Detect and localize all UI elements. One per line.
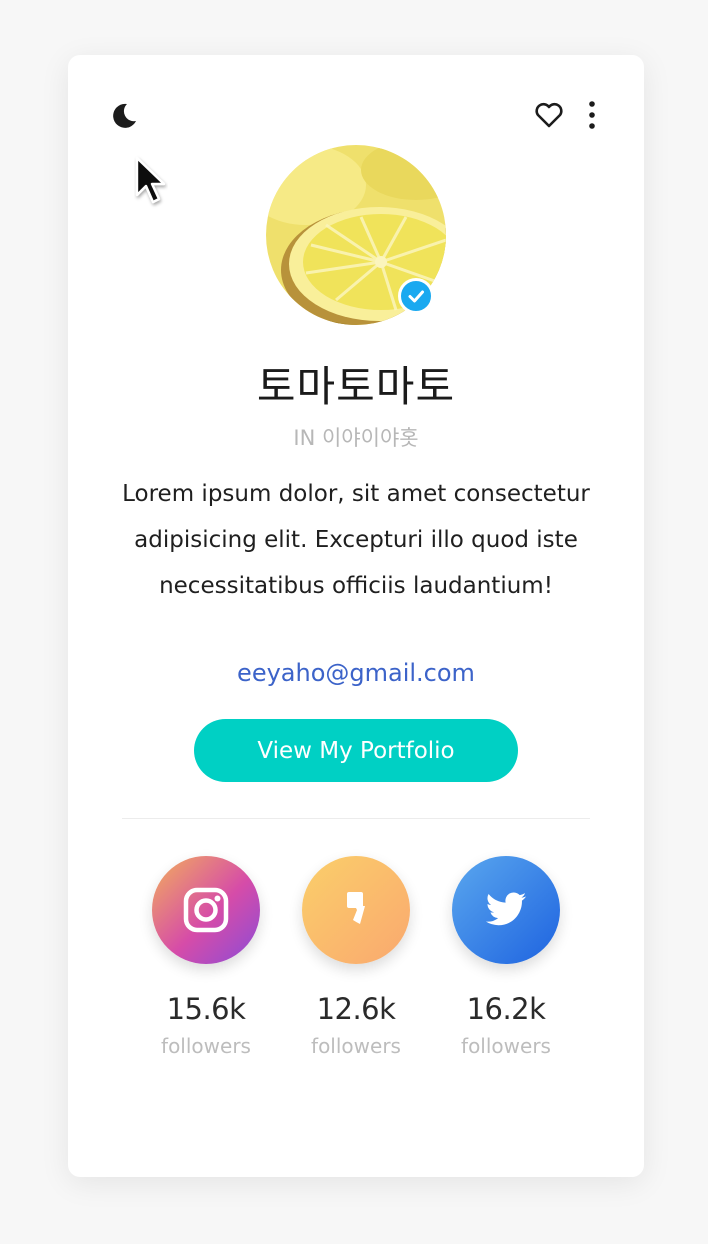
divider (122, 818, 590, 819)
verified-badge (398, 278, 434, 314)
instagram-label: followers (161, 1034, 251, 1058)
blog-button[interactable] (302, 856, 410, 964)
social-twitter: 16.2k followers (452, 856, 560, 1076)
instagram-icon (183, 887, 229, 933)
profile-card: 토마토마토 IN 이야이야홋 Lorem ipsum dolor, sit am… (68, 55, 644, 1177)
twitter-label: followers (461, 1034, 551, 1058)
twitter-icon (485, 892, 527, 926)
instagram-count: 15.6k (166, 992, 246, 1026)
moon-icon[interactable] (108, 99, 140, 131)
blog-label: followers (311, 1034, 401, 1058)
avatar[interactable] (266, 145, 446, 325)
profile-company: IN 이야이야홋 (293, 426, 419, 450)
social-blog: 12.6k followers (302, 856, 410, 1076)
quote-icon (347, 892, 365, 924)
email-link[interactable]: eeyaho@gmail.com (68, 659, 644, 687)
more-vertical-icon[interactable] (580, 99, 604, 131)
twitter-button[interactable] (452, 856, 560, 964)
profile-name: 토마토마토 (256, 362, 456, 411)
profile-bio: Lorem ipsum dolor, sit amet consectetur … (122, 481, 590, 599)
view-portfolio-button[interactable]: View My Portfolio (194, 719, 518, 782)
social-instagram: 15.6k followers (152, 856, 260, 1076)
instagram-button[interactable] (152, 856, 260, 964)
heart-icon[interactable] (533, 99, 565, 131)
check-icon (408, 290, 424, 303)
blog-count: 12.6k (316, 992, 396, 1026)
twitter-count: 16.2k (466, 992, 546, 1026)
